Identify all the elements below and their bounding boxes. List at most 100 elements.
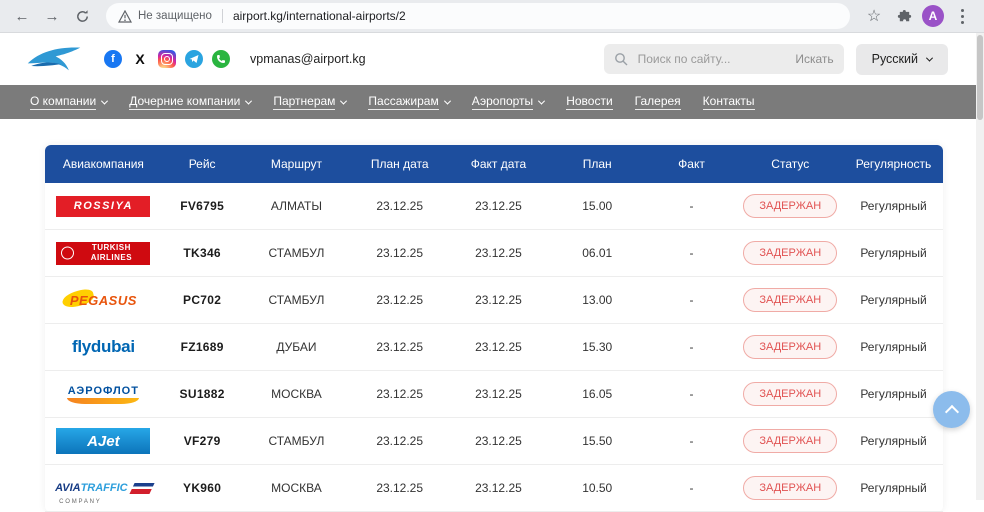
cell-flight-number: TK346: [162, 246, 243, 260]
cell-fact-time: -: [647, 199, 737, 213]
security-warning-icon: [118, 10, 132, 23]
telegram-icon[interactable]: [185, 50, 203, 68]
search-icon: [614, 52, 628, 66]
instagram-icon[interactable]: [158, 50, 176, 68]
site-header: f X vpmanas@airport.kg Искать Русский: [0, 33, 984, 85]
nav-item-2[interactable]: Дочерние компании: [129, 94, 251, 110]
language-selector[interactable]: Русский: [856, 44, 948, 75]
cell-fact-time: -: [647, 293, 737, 307]
cell-fact-time: -: [647, 481, 737, 495]
column-header: План дата: [350, 157, 449, 171]
flights-table: АвиакомпанияРейсМаршрутПлан датаФакт дат…: [45, 145, 943, 512]
extensions-icon[interactable]: [892, 4, 916, 28]
scroll-to-top-button[interactable]: [933, 391, 970, 428]
airline-logo-aviatraffic: AVIATRAFFICcompany: [55, 476, 152, 500]
nav-item-1[interactable]: О компании: [30, 94, 107, 110]
search-submit-button[interactable]: Искать: [795, 52, 833, 66]
column-header: Рейс: [162, 157, 243, 171]
column-header: Статус: [736, 157, 844, 171]
cell-status: ЗАДЕРЖАН: [736, 288, 844, 312]
forward-button[interactable]: →: [40, 4, 64, 28]
cell-regularity: Регулярный: [844, 340, 943, 354]
table-row: AVIATRAFFICcompanyYK960МОСКВА23.12.2523.…: [45, 465, 943, 512]
cell-plan-time: 13.00: [548, 293, 647, 307]
status-badge: ЗАДЕРЖАН: [743, 429, 837, 453]
url-bar[interactable]: Не защищено airport.kg/international-air…: [106, 3, 850, 29]
table-body: ROSSIYAFV6795АЛМАТЫ23.12.2523.12.2515.00…: [45, 183, 943, 512]
cell-plan-date: 23.12.25: [350, 199, 449, 213]
scrollbar-thumb[interactable]: [977, 35, 983, 120]
cell-plan-time: 10.50: [548, 481, 647, 495]
status-badge: ЗАДЕРЖАН: [743, 288, 837, 312]
cell-fact-time: -: [647, 434, 737, 448]
back-button[interactable]: ←: [10, 4, 34, 28]
cell-flight-number: SU1882: [162, 387, 243, 401]
table-header-row: АвиакомпанияРейсМаршрутПлан датаФакт дат…: [45, 145, 943, 183]
chevron-up-icon: [944, 405, 958, 419]
cell-fact-time: -: [647, 387, 737, 401]
cell-plan-date: 23.12.25: [350, 481, 449, 495]
language-label: Русский: [872, 52, 918, 66]
status-badge: ЗАДЕРЖАН: [743, 476, 837, 500]
chevron-down-icon: [926, 54, 933, 61]
cell-regularity: Регулярный: [844, 246, 943, 260]
cell-route: МОСКВА: [243, 387, 351, 401]
column-header: Маршрут: [243, 157, 351, 171]
reload-button[interactable]: [70, 4, 94, 28]
cell-status: ЗАДЕРЖАН: [736, 241, 844, 265]
profile-avatar[interactable]: A: [922, 5, 944, 27]
airline-logo-aeroflot: АЭРОФЛОТ: [67, 385, 139, 404]
security-warning-label: Не защищено: [138, 10, 212, 22]
cell-route: СТАМБУЛ: [243, 293, 351, 307]
nav-item-8[interactable]: Контакты: [703, 94, 755, 110]
nav-item-label: Дочерние компании: [129, 94, 240, 110]
cell-route: МОСКВА: [243, 481, 351, 495]
contact-email[interactable]: vpmanas@airport.kg: [250, 52, 366, 66]
search-input[interactable]: [636, 51, 788, 67]
cell-airline: АЭРОФЛОТ: [45, 385, 162, 404]
cell-airline: PEGASUS: [45, 289, 162, 311]
page-scrollbar[interactable]: [976, 33, 984, 500]
cell-status: ЗАДЕРЖАН: [736, 382, 844, 406]
nav-item-6[interactable]: Новости: [566, 94, 612, 110]
cell-airline: AJet: [45, 428, 162, 454]
url-text: airport.kg/international-airports/2: [233, 9, 406, 23]
bookmark-star-icon[interactable]: ☆: [862, 4, 886, 28]
column-header: Факт: [647, 157, 737, 171]
cell-fact-time: -: [647, 246, 737, 260]
cell-fact-date: 23.12.25: [449, 481, 548, 495]
table-row: АЭРОФЛОТSU1882МОСКВА23.12.2523.12.2516.0…: [45, 371, 943, 418]
table-row: TURKISHAIRLINESTK346СТАМБУЛ23.12.2523.12…: [45, 230, 943, 277]
cell-plan-date: 23.12.25: [350, 293, 449, 307]
cell-plan-date: 23.12.25: [350, 340, 449, 354]
cell-status: ЗАДЕРЖАН: [736, 335, 844, 359]
cell-airline: TURKISHAIRLINES: [45, 242, 162, 265]
status-badge: ЗАДЕРЖАН: [743, 194, 837, 218]
x-twitter-icon[interactable]: X: [131, 50, 149, 68]
airport-logo[interactable]: [26, 44, 82, 74]
cell-status: ЗАДЕРЖАН: [736, 476, 844, 500]
cell-regularity: Регулярный: [844, 199, 943, 213]
nav-item-7[interactable]: Галерея: [635, 94, 681, 110]
cell-fact-date: 23.12.25: [449, 293, 548, 307]
cell-status: ЗАДЕРЖАН: [736, 194, 844, 218]
nav-item-3[interactable]: Партнерам: [273, 94, 346, 110]
nav-item-4[interactable]: Пассажирам: [368, 94, 449, 110]
cell-route: СТАМБУЛ: [243, 434, 351, 448]
status-badge: ЗАДЕРЖАН: [743, 382, 837, 406]
cell-plan-date: 23.12.25: [350, 434, 449, 448]
cell-regularity: Регулярный: [844, 481, 943, 495]
cell-plan-time: 06.01: [548, 246, 647, 260]
cell-fact-date: 23.12.25: [449, 246, 548, 260]
browser-menu-kebab-icon[interactable]: [950, 4, 974, 28]
cell-airline: AVIATRAFFICcompany: [45, 476, 162, 500]
nav-item-5[interactable]: Аэропорты: [472, 94, 544, 110]
search-box: Искать: [604, 44, 844, 74]
nav-item-label: Галерея: [635, 94, 681, 110]
nav-item-label: Партнерам: [273, 94, 335, 110]
whatsapp-icon[interactable]: [212, 50, 230, 68]
facebook-icon[interactable]: f: [104, 50, 122, 68]
cell-route: АЛМАТЫ: [243, 199, 351, 213]
cell-plan-time: 15.50: [548, 434, 647, 448]
airline-logo-flydubai: flydubai: [72, 337, 135, 357]
